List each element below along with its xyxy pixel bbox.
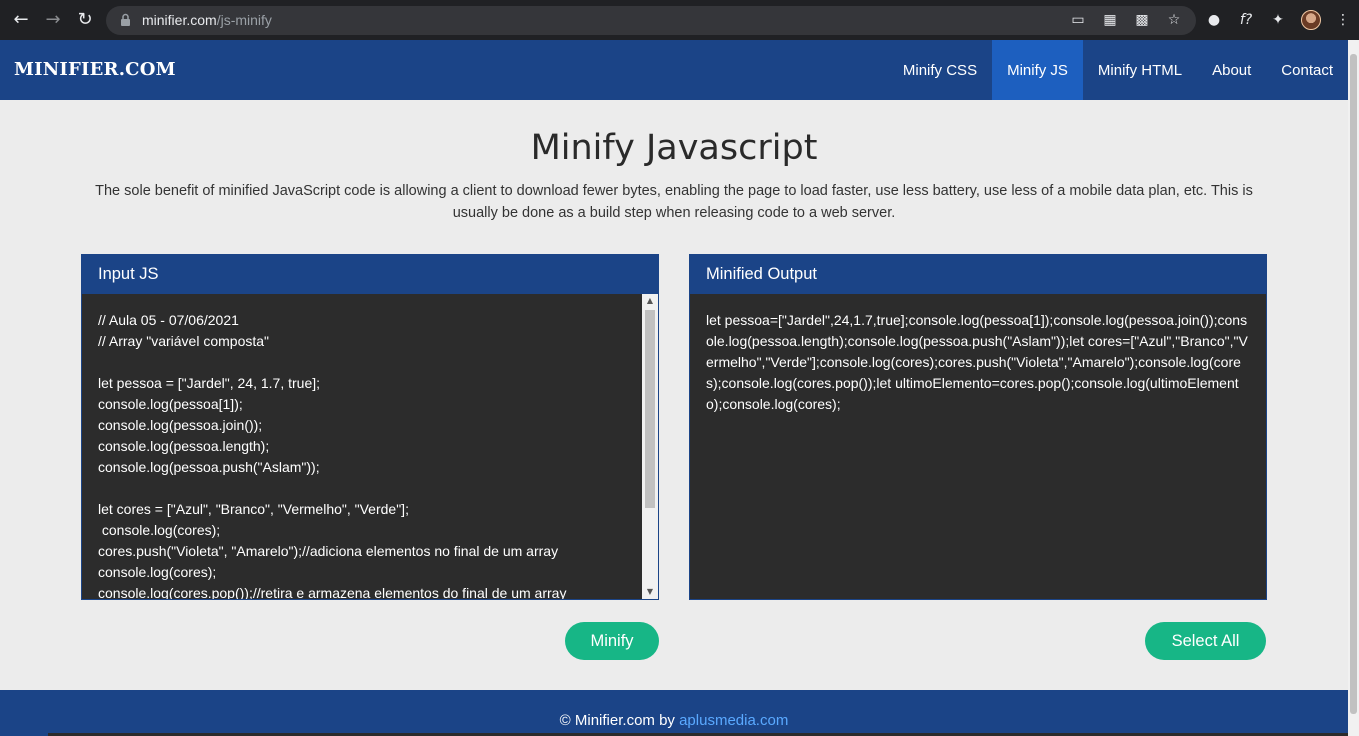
reload-icon[interactable]: ↻ bbox=[74, 9, 96, 31]
cast-icon[interactable]: ▭ bbox=[1069, 11, 1087, 29]
url-text: minifier.com/js-minify bbox=[142, 12, 272, 28]
footer: © Minifier.com by aplusmedia.com bbox=[0, 690, 1348, 736]
star-icon[interactable]: ☆ bbox=[1165, 11, 1183, 29]
puzzle-icon[interactable]: ✦ bbox=[1269, 11, 1287, 29]
page-scroll-thumb[interactable] bbox=[1350, 54, 1357, 714]
page-description: The sole benefit of minified JavaScript … bbox=[95, 183, 1253, 221]
scroll-down-icon[interactable]: ▼ bbox=[642, 585, 658, 599]
browser-toolbar: ← → ↻ minifier.com/js-minify ▭ ▦ ▩ ☆ ● f… bbox=[0, 0, 1359, 40]
url-host: minifier.com bbox=[142, 12, 217, 28]
input-scrollbar[interactable]: ▲ ▼ bbox=[642, 294, 658, 599]
footer-link[interactable]: aplusmedia.com bbox=[679, 712, 788, 729]
nav-minify-html[interactable]: Minify HTML bbox=[1083, 40, 1197, 100]
scroll-thumb[interactable] bbox=[645, 310, 655, 508]
menu-icon[interactable]: ⋮ bbox=[1334, 11, 1352, 29]
avatar[interactable] bbox=[1301, 10, 1321, 30]
lock-icon bbox=[121, 13, 130, 26]
input-panel: Input JS // Aula 05 - 07/06/2021 // Arra… bbox=[81, 254, 659, 600]
minified-output-textarea[interactable]: let pessoa=["Jardel",24,1.7,true];consol… bbox=[690, 294, 1266, 599]
translate-icon[interactable]: ▩ bbox=[1133, 11, 1151, 29]
footer-text: © Minifier.com by bbox=[559, 712, 680, 729]
back-icon[interactable]: ← bbox=[10, 9, 32, 31]
navbar: MINIFIER.COM Minify CSS Minify JS Minify… bbox=[0, 40, 1348, 100]
input-panel-header: Input JS bbox=[82, 255, 658, 294]
formula-icon[interactable]: f? bbox=[1237, 11, 1255, 29]
output-panel-header: Minified Output bbox=[690, 255, 1266, 294]
nav-minify-css[interactable]: Minify CSS bbox=[888, 40, 992, 100]
page-title: Minify Javascript bbox=[530, 128, 818, 168]
input-js-textarea[interactable]: // Aula 05 - 07/06/2021 // Array "variáv… bbox=[82, 294, 642, 599]
qr-icon[interactable]: ▦ bbox=[1101, 11, 1119, 29]
nav-contact[interactable]: Contact bbox=[1266, 40, 1348, 100]
scroll-up-icon[interactable]: ▲ bbox=[642, 294, 658, 308]
extension-icon[interactable]: ● bbox=[1205, 11, 1223, 29]
brand-logo[interactable]: MINIFIER.COM bbox=[14, 59, 176, 80]
nav-minify-js[interactable]: Minify JS bbox=[992, 40, 1083, 100]
minify-button[interactable]: Minify bbox=[565, 622, 659, 660]
url-path: /js-minify bbox=[216, 12, 272, 28]
select-all-button[interactable]: Select All bbox=[1145, 622, 1266, 660]
output-panel: Minified Output let pessoa=["Jardel",24,… bbox=[689, 254, 1267, 600]
page: MINIFIER.COM Minify CSS Minify JS Minify… bbox=[0, 40, 1348, 736]
address-bar[interactable]: minifier.com/js-minify bbox=[106, 6, 1196, 35]
forward-icon[interactable]: → bbox=[42, 9, 64, 31]
nav-links: Minify CSS Minify JS Minify HTML About C… bbox=[888, 40, 1348, 100]
page-scrollbar[interactable] bbox=[1348, 40, 1359, 736]
nav-about[interactable]: About bbox=[1197, 40, 1266, 100]
